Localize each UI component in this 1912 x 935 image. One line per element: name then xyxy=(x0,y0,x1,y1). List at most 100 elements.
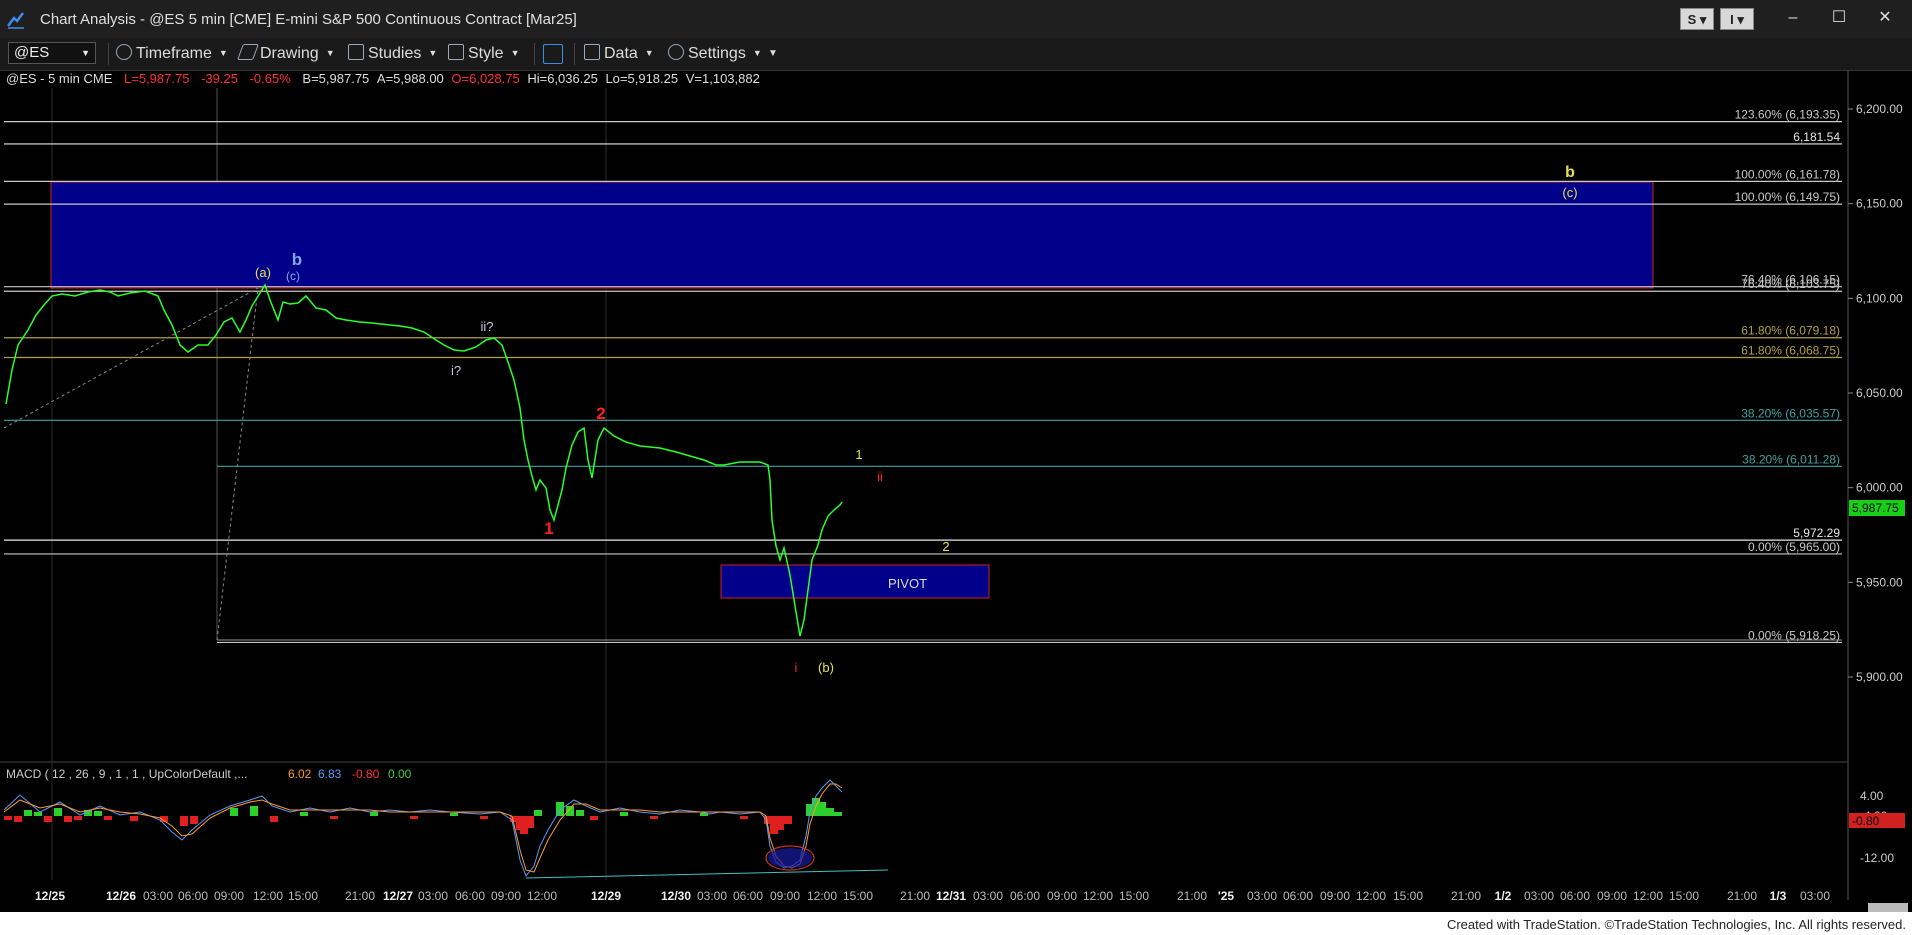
layout-button[interactable] xyxy=(543,44,567,67)
time-tick-label: 15:00 xyxy=(843,889,873,903)
time-tick-label: 15:00 xyxy=(288,889,318,903)
wave-label: (c) xyxy=(1562,185,1577,200)
macd-histogram-bar xyxy=(534,810,542,816)
drawing-label: Drawing xyxy=(260,45,319,62)
time-tick-label: 21:00 xyxy=(1177,889,1207,903)
studies-label: Studies xyxy=(368,45,422,62)
maximize-button[interactable]: ☐ xyxy=(1822,6,1856,30)
style-icon xyxy=(448,44,464,60)
chevron-down-icon: ▼ xyxy=(218,48,228,58)
time-tick-label: 15:00 xyxy=(1119,889,1149,903)
wave-label: (c) xyxy=(286,269,300,283)
toolbar-divider xyxy=(108,43,109,65)
wave-label: (b) xyxy=(818,660,834,675)
time-tick-label: 09:00 xyxy=(214,889,244,903)
copyright-footer: Created with TradeStation. ©TradeStation… xyxy=(1446,917,1906,932)
settings-label: Settings xyxy=(688,45,746,62)
time-tick-label: 21:00 xyxy=(345,889,375,903)
macd-histogram-bar xyxy=(776,816,784,830)
pivot-zone[interactable] xyxy=(720,564,990,599)
timeframe-menu[interactable]: Timeframe ▼ xyxy=(116,44,228,63)
macd-histogram-bar xyxy=(450,813,458,816)
studies-menu[interactable]: Studies ▼ xyxy=(348,44,437,63)
price-tick-label: 5,950.00 xyxy=(1856,575,1903,589)
fib-label: 0.00% (5,965.00) xyxy=(1748,540,1840,554)
fib-label: 100.00% (6,149.75) xyxy=(1735,190,1840,204)
s-link-button[interactable]: S ▾ xyxy=(1680,8,1714,30)
flask-icon xyxy=(348,44,364,60)
macd-histogram-bar xyxy=(826,808,834,816)
macd-line xyxy=(3,779,843,877)
close-button[interactable]: ✕ xyxy=(1868,6,1902,30)
more-arrow-icon[interactable]: ▼ xyxy=(768,48,778,59)
macd-histogram-bar xyxy=(370,812,378,816)
macd-histogram-bar xyxy=(180,816,188,826)
time-tick-label: 12:00 xyxy=(253,889,283,903)
price-chart[interactable]: PIVOT 123.60% (6,193.35) 6,181.54 100.00% … xyxy=(0,70,1912,912)
fib-label: 61.80% (6,079.18) xyxy=(1741,324,1840,338)
style-menu[interactable]: Style ▼ xyxy=(448,44,520,63)
fib-label: 61.80% (6,068.75) xyxy=(1741,343,1840,357)
macd-value-3: -0.80 xyxy=(352,767,380,781)
time-tick-label: 03:00 xyxy=(1524,889,1554,903)
wave-label: i xyxy=(795,660,798,675)
time-tick-label: 03:00 xyxy=(697,889,727,903)
fib-label: 38.20% (6,035.57) xyxy=(1741,406,1840,420)
macd-histogram-bar xyxy=(14,816,22,822)
macd-histogram-bar xyxy=(104,816,112,820)
time-tick-label: 15:00 xyxy=(1669,889,1699,903)
macd-histogram-bar xyxy=(94,811,102,816)
time-tick-label: 06:00 xyxy=(455,889,485,903)
time-tick-label: 12:00 xyxy=(1083,889,1113,903)
macd-histogram-bar xyxy=(24,810,32,816)
macd-signal-line xyxy=(3,783,843,873)
wave-label: 1 xyxy=(544,519,553,538)
macd-histogram-bar xyxy=(620,812,628,816)
price-tick-label: 6,050.00 xyxy=(1856,386,1903,400)
time-tick-label: 1/2 xyxy=(1495,889,1512,903)
macd-histogram-bar xyxy=(834,812,842,816)
macd-histogram-bar xyxy=(566,806,574,816)
i-link-button[interactable]: I ▾ xyxy=(1720,8,1754,30)
time-tick-label: 03:00 xyxy=(1247,889,1277,903)
toolbar-divider xyxy=(534,43,535,65)
wave-label: (a) xyxy=(255,265,271,280)
style-label: Style xyxy=(468,45,504,62)
time-tick-label: 1/3 xyxy=(1770,889,1787,903)
data-label: Data xyxy=(604,45,638,62)
time-tick-label: 03:00 xyxy=(418,889,448,903)
window-titlebar: Chart Analysis - @ES 5 min [CME] E-mini … xyxy=(0,0,1912,38)
fib-label: 100.00% (6,161.78) xyxy=(1735,167,1840,181)
time-tick-label: 12/30 xyxy=(661,889,691,903)
macd-value-4: 0.00 xyxy=(388,767,412,781)
time-tick-label: 12/26 xyxy=(106,889,136,903)
wave-label: 1 xyxy=(855,447,862,462)
time-tick-label: 12/27 xyxy=(383,889,413,903)
macd-histogram-bar xyxy=(784,816,792,824)
symbol-input[interactable]: @ES ▼ xyxy=(8,42,96,64)
fib-label: 5,972.29 xyxy=(1793,526,1840,540)
minimize-button[interactable]: – xyxy=(1776,6,1810,30)
macd-histogram-bar xyxy=(54,808,62,816)
macd-histogram-bar xyxy=(590,816,598,820)
chevron-down-icon: ▼ xyxy=(325,48,335,58)
i-link-label: I xyxy=(1730,12,1734,27)
macd-tick-label: 4.00 xyxy=(1860,789,1884,803)
data-bars-icon xyxy=(584,44,600,60)
last-price-label: 5,987.75 xyxy=(1852,501,1899,515)
price-tick-label: 6,000.00 xyxy=(1856,481,1903,495)
chevron-down-icon: ▼ xyxy=(510,48,520,58)
data-menu[interactable]: Data ▼ xyxy=(584,44,654,63)
fib-label: 6,181.54 xyxy=(1793,130,1840,144)
pivot-label: PIVOT xyxy=(888,576,927,591)
price-axis: 6,200.00 6,150.00 6,100.00 6,050.00 6,000.00… xyxy=(1848,102,1903,684)
fib-label: 76.40% (6,103.75) xyxy=(1741,277,1840,291)
macd-histogram-bar xyxy=(740,816,748,819)
divergence-fill xyxy=(768,848,812,868)
time-tick-label: 09:00 xyxy=(1320,889,1350,903)
macd-tick-label: -12.00 xyxy=(1860,851,1894,865)
settings-menu[interactable]: Settings ▼ xyxy=(668,44,762,63)
price-tick-label: 6,200.00 xyxy=(1856,102,1903,116)
wave-label: 2 xyxy=(942,539,949,554)
drawing-menu[interactable]: Drawing ▼ xyxy=(237,44,335,63)
